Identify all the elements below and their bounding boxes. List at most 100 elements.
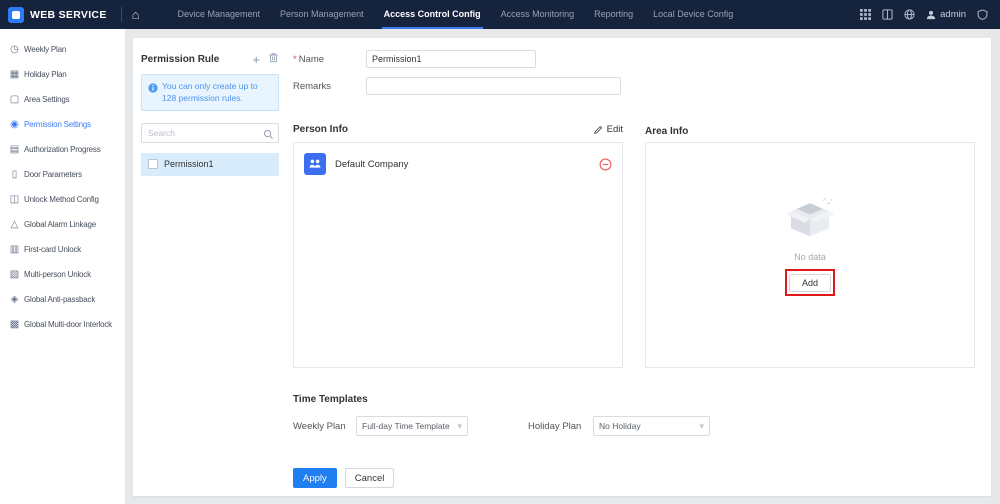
global-multi-door-interlock-icon: ▩: [9, 319, 20, 330]
rule-name: Permission1: [164, 159, 214, 169]
sidebar-item-permission-settings[interactable]: ◉ Permission Settings: [0, 112, 125, 137]
main-nav: Device Management Person Management Acce…: [167, 0, 743, 29]
authorization-progress-icon: ▤: [9, 144, 20, 155]
sidebar-item-label: Area Settings: [24, 95, 69, 104]
name-row: *Name: [293, 50, 536, 68]
unlock-method-config-icon: ◫: [9, 194, 20, 205]
search-icon[interactable]: [263, 127, 274, 145]
apps-grid-icon[interactable]: [860, 9, 871, 20]
sidebar-item-label: Door Parameters: [24, 170, 82, 179]
sidebar-item-multi-person-unlock[interactable]: ▧ Multi-person Unlock: [0, 262, 125, 287]
user-name: admin: [940, 9, 966, 20]
holiday-plan-icon: ▦: [9, 69, 20, 80]
add-rule-icon[interactable]: +: [252, 53, 260, 66]
holiday-plan-label: Holiday Plan: [528, 421, 593, 432]
search-input[interactable]: [141, 123, 279, 143]
nav-access-monitoring[interactable]: Access Monitoring: [491, 0, 585, 29]
nav-device-management[interactable]: Device Management: [167, 0, 270, 29]
door-parameters-icon: ▯: [9, 169, 20, 180]
sidebar-item-label: First-card Unlock: [24, 245, 81, 254]
shield-icon[interactable]: [977, 9, 988, 20]
content-card: Permission Rule + You can only create up…: [133, 38, 991, 496]
person-row-name: Default Company: [335, 159, 590, 170]
sidebar-item-label: Unlock Method Config: [24, 195, 99, 204]
person-row: Default Company: [300, 149, 616, 179]
sidebar-item-label: Holiday Plan: [24, 70, 67, 79]
nav-reporting[interactable]: Reporting: [584, 0, 643, 29]
weekly-plan-value: Full-day Time Template: [362, 421, 450, 431]
sidebar-item-label: Permission Settings: [24, 120, 91, 129]
empty-box-illustration: [784, 196, 836, 245]
nav-person-management[interactable]: Person Management: [270, 0, 374, 29]
sidebar-item-label: Global Alarm Linkage: [24, 220, 96, 229]
rule-search: [141, 123, 279, 143]
annotation-highlight: Add: [785, 269, 835, 296]
weekly-plan-icon: ◷: [9, 44, 20, 55]
area-empty-state: No data Add: [784, 196, 836, 296]
add-area-button[interactable]: Add: [789, 274, 831, 292]
sidebar-item-authorization-progress[interactable]: ▤ Authorization Progress: [0, 137, 125, 162]
name-label-text: Name: [299, 54, 324, 65]
delete-rule-icon[interactable]: [268, 50, 279, 68]
info-icon: [148, 80, 158, 105]
sidebar-item-weekly-plan[interactable]: ◷ Weekly Plan: [0, 37, 125, 62]
topbar: WEB SERVICE ⌂ Device Management Person M…: [0, 0, 1000, 29]
global-alarm-linkage-icon: △: [9, 219, 20, 230]
apply-button[interactable]: Apply: [293, 468, 337, 488]
cancel-button[interactable]: Cancel: [345, 468, 395, 488]
chevron-down-icon: ▾: [457, 421, 462, 432]
sidebar: ◷ Weekly Plan ▦ Holiday Plan ▢ Area Sett…: [0, 29, 125, 504]
pencil-icon: [593, 125, 603, 135]
sidebar-item-holiday-plan[interactable]: ▦ Holiday Plan: [0, 62, 125, 87]
sidebar-item-label: Global Anti-passback: [24, 295, 95, 304]
rule-list: Permission1: [141, 153, 279, 176]
topbar-actions: admin: [860, 9, 1000, 20]
person-info-panel: Default Company: [293, 142, 623, 368]
sidebar-item-first-card-unlock[interactable]: ▥ First-card Unlock: [0, 237, 125, 262]
multi-person-unlock-icon: ▧: [9, 269, 20, 280]
form-actions: Apply Cancel: [293, 468, 394, 488]
nav-access-control-config[interactable]: Access Control Config: [374, 0, 491, 29]
remarks-field[interactable]: [366, 77, 621, 95]
permission-settings-icon: ◉: [9, 119, 20, 130]
name-field[interactable]: [366, 50, 536, 68]
user-icon: [926, 10, 936, 20]
nav-local-device-config[interactable]: Local Device Config: [643, 0, 743, 29]
sidebar-item-unlock-method-config[interactable]: ◫ Unlock Method Config: [0, 187, 125, 212]
required-mark: *: [293, 54, 297, 65]
sidebar-item-label: Multi-person Unlock: [24, 270, 91, 279]
time-templates-title: Time Templates: [293, 394, 368, 405]
name-label: *Name: [293, 54, 366, 65]
remarks-label: Remarks: [293, 81, 366, 92]
area-info-panel: No data Add: [645, 142, 975, 368]
notice-text: You can only create up to 128 permission…: [162, 80, 272, 105]
brand: WEB SERVICE: [0, 7, 117, 23]
remove-person-icon[interactable]: [599, 158, 612, 171]
sidebar-item-label: Weekly Plan: [24, 45, 66, 54]
sidebar-item-global-anti-passback[interactable]: ◈ Global Anti-passback: [0, 287, 125, 312]
sidebar-item-label: Global Multi-door Interlock: [24, 320, 112, 329]
module-icon[interactable]: [882, 9, 893, 20]
weekly-plan-select[interactable]: Full-day Time Template ▾: [356, 416, 468, 436]
sidebar-item-door-parameters[interactable]: ▯ Door Parameters: [0, 162, 125, 187]
rule-panel-title: Permission Rule: [141, 54, 252, 65]
person-info-header: Person Info Edit: [293, 124, 623, 135]
area-info-title: Area Info: [645, 126, 688, 137]
rule-list-item[interactable]: Permission1: [141, 153, 279, 176]
home-icon[interactable]: ⌂: [126, 0, 146, 29]
sidebar-item-global-multi-door-interlock[interactable]: ▩ Global Multi-door Interlock: [0, 312, 125, 337]
rule-checkbox[interactable]: [148, 159, 158, 169]
no-data-text: No data: [794, 252, 826, 262]
user-menu[interactable]: admin: [926, 9, 966, 20]
sidebar-item-global-alarm-linkage[interactable]: △ Global Alarm Linkage: [0, 212, 125, 237]
permission-form: *Name Remarks Person Info Edit Area Info: [293, 42, 979, 488]
sidebar-item-label: Authorization Progress: [24, 145, 101, 154]
help-icon[interactable]: [904, 9, 915, 20]
chevron-down-icon: ▾: [699, 421, 704, 432]
person-info-title: Person Info: [293, 124, 348, 135]
global-anti-passback-icon: ◈: [9, 294, 20, 305]
edit-button[interactable]: Edit: [593, 124, 623, 135]
holiday-plan-select[interactable]: No Holiday ▾: [593, 416, 710, 436]
sidebar-item-area-settings[interactable]: ▢ Area Settings: [0, 87, 125, 112]
topbar-divider: [121, 7, 122, 22]
